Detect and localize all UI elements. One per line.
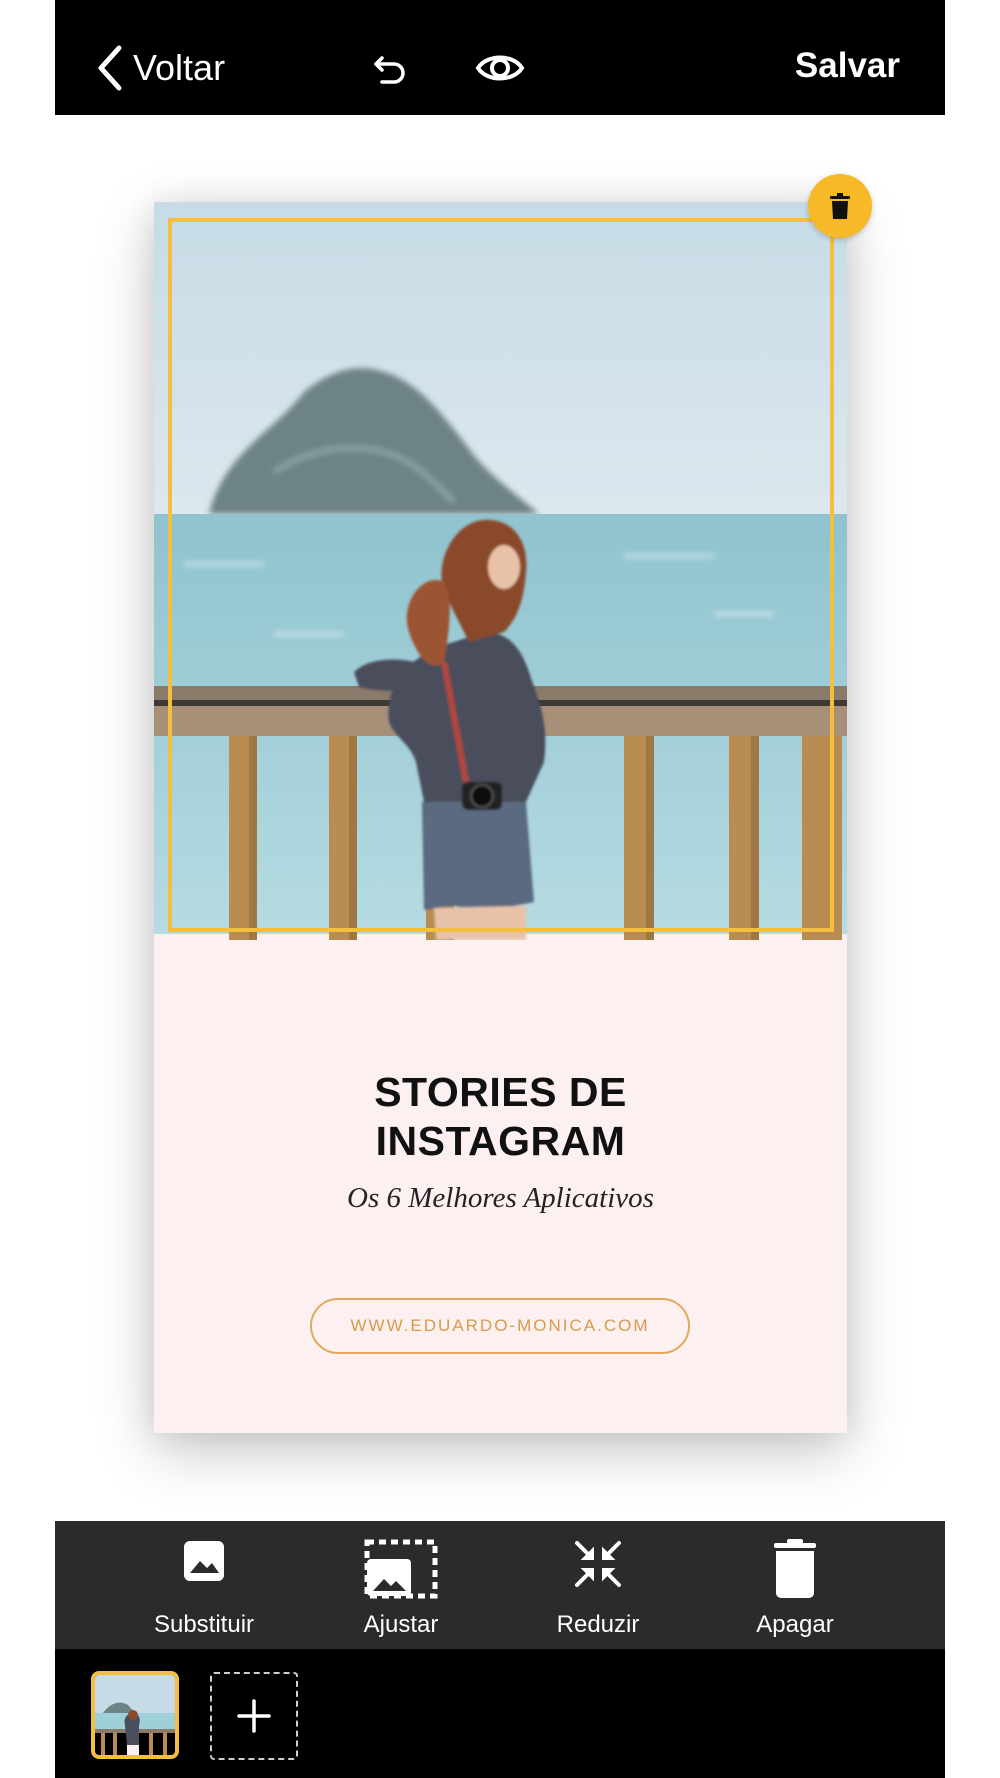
undo-icon	[374, 56, 405, 84]
image-icon	[184, 1541, 224, 1581]
adjust-label: Ajustar	[363, 1611, 439, 1638]
shrink-label: Reduzir	[556, 1611, 640, 1638]
replace-image-button[interactable]: Substituir	[124, 1521, 284, 1649]
selection-frame[interactable]	[168, 218, 834, 932]
add-page-button[interactable]	[210, 1672, 298, 1760]
page-thumbnail-image	[95, 1675, 175, 1755]
chevron-left-icon	[98, 45, 122, 91]
story-photo[interactable]	[154, 202, 847, 940]
trash-icon	[830, 193, 850, 219]
page-thumbnail[interactable]	[91, 1671, 179, 1759]
subtitle-text[interactable]: Os 6 Melhores Aplicativos	[154, 1182, 847, 1215]
website-url-text: WWW.EDUARDO-MONICA.COM	[350, 1316, 650, 1335]
trash-icon	[774, 1539, 816, 1598]
headline-line-1[interactable]: STORIES DE	[154, 1068, 847, 1117]
website-url-pill[interactable]: WWW.EDUARDO-MONICA.COM	[310, 1298, 690, 1354]
undo-button[interactable]	[370, 48, 410, 88]
adjust-image-button[interactable]: Ajustar	[321, 1521, 481, 1649]
eye-icon	[475, 55, 525, 81]
replace-label: Substituir	[153, 1611, 255, 1638]
story-canvas: STORIES DE INSTAGRAM Os 6 Melhores Aplic…	[154, 202, 847, 1433]
edit-toolbar: Substituir Ajustar Reduzir Apagar	[55, 1521, 945, 1649]
plus-icon	[237, 1699, 271, 1733]
back-label: Voltar	[133, 47, 226, 88]
shrink-icon	[575, 1541, 621, 1587]
editor-screen: Voltar Salvar STORIES DE INSTAGRAM Os 6 …	[55, 0, 945, 1778]
preview-button[interactable]	[475, 48, 525, 88]
headline-line-2[interactable]: INSTAGRAM	[154, 1117, 847, 1166]
shrink-button[interactable]: Reduzir	[518, 1521, 678, 1649]
delete-label: Apagar	[756, 1611, 834, 1638]
delete-element-button[interactable]	[808, 174, 872, 238]
save-button[interactable]: Salvar	[795, 46, 900, 86]
delete-button[interactable]: Apagar	[715, 1521, 875, 1649]
top-bar: Voltar Salvar	[55, 0, 945, 115]
fit-image-icon	[364, 1539, 438, 1599]
back-button[interactable]: Voltar	[95, 44, 225, 92]
page-strip	[55, 1649, 945, 1778]
